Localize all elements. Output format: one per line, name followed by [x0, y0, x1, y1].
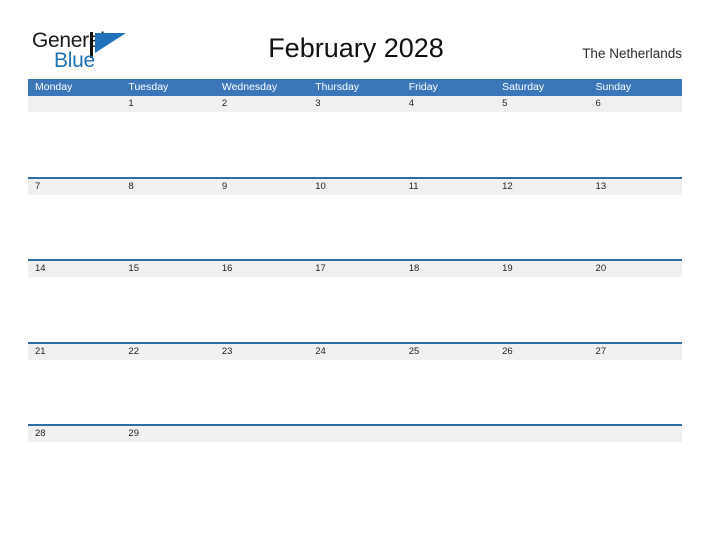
week-row: 14 15 16 17 18 19 20	[28, 259, 682, 342]
day-cell[interactable]: 3	[308, 96, 401, 112]
week-note-area[interactable]	[28, 194, 682, 260]
calendar-page: General Blue February 2028 The Netherlan…	[0, 0, 712, 550]
weekday-header-thursday: Thursday	[315, 81, 360, 93]
week-date-band: 7 8 9 10 11 12 13	[28, 178, 682, 195]
day-cell[interactable]: 17	[308, 261, 401, 277]
day-cell[interactable]: 12	[495, 179, 588, 195]
day-cell[interactable]: 4	[402, 96, 495, 112]
week-note-area[interactable]	[28, 277, 682, 342]
week-date-band: 1 2 3 4 5 6	[28, 96, 682, 112]
day-cell[interactable]: 14	[28, 261, 121, 277]
day-cell[interactable]: 28	[28, 426, 121, 442]
week-note-area[interactable]	[28, 359, 682, 425]
day-cell[interactable]: 25	[402, 344, 495, 360]
week-date-band: 28 29	[28, 426, 682, 443]
day-cell[interactable]	[215, 426, 308, 442]
day-cell[interactable]: 23	[215, 344, 308, 360]
weekday-header-friday: Friday	[408, 81, 438, 93]
day-cell[interactable]	[402, 426, 495, 442]
day-cell[interactable]: 24	[308, 344, 401, 360]
day-cell[interactable]: 2	[215, 96, 308, 112]
week-row: 28 29	[28, 424, 682, 507]
week-date-band: 21 22 23 24 25 26 27	[28, 343, 682, 360]
week-date-band: 14 15 16 17 18 19 20	[28, 261, 682, 278]
day-cell[interactable]: 29	[121, 426, 214, 442]
day-cell[interactable]	[308, 426, 401, 442]
day-cell[interactable]: 15	[121, 261, 214, 277]
day-cell[interactable]: 1	[121, 96, 214, 112]
day-cell[interactable]	[589, 426, 682, 442]
day-cell[interactable]: 5	[495, 96, 588, 112]
week-row: 1 2 3 4 5 6	[28, 96, 682, 177]
day-cell[interactable]: 6	[589, 96, 682, 112]
day-cell[interactable]: 19	[495, 261, 588, 277]
day-cell[interactable]: 8	[121, 179, 214, 195]
weekday-header-monday: Monday	[35, 81, 73, 93]
day-cell[interactable]: 18	[402, 261, 495, 277]
day-cell[interactable]: 22	[121, 344, 214, 360]
weekday-header-wednesday: Wednesday	[221, 81, 278, 93]
calendar-grid: Monday Tuesday Wednesday Thursday Friday…	[28, 79, 682, 507]
week-row: 7 8 9 10 11 12 13	[28, 176, 682, 260]
day-cell[interactable]: 21	[28, 344, 121, 360]
day-cell[interactable]: 27	[589, 344, 682, 360]
page-header: General Blue February 2028 The Netherlan…	[0, 0, 712, 79]
day-cell[interactable]	[28, 96, 121, 112]
day-cell[interactable]: 9	[215, 179, 308, 195]
day-cell[interactable]	[495, 426, 588, 442]
weekday-header-tuesday: Tuesday	[128, 81, 169, 93]
day-cell[interactable]: 16	[215, 261, 308, 277]
weekday-header-sunday: Sunday	[595, 81, 632, 93]
day-cell[interactable]: 20	[589, 261, 682, 277]
day-cell[interactable]: 13	[589, 179, 682, 195]
day-cell[interactable]: 7	[28, 179, 121, 195]
day-cell[interactable]: 11	[402, 179, 495, 195]
day-cell[interactable]: 26	[495, 344, 588, 360]
week-row: 21 22 23 24 25 26 27	[28, 341, 682, 425]
week-note-area[interactable]	[28, 112, 682, 177]
calendar-region-label: The Netherlands	[582, 46, 682, 61]
day-cell[interactable]: 10	[308, 179, 401, 195]
week-note-area[interactable]	[28, 442, 682, 507]
weekday-header-saturday: Saturday	[502, 81, 545, 93]
weekday-header-row: Monday Tuesday Wednesday Thursday Friday…	[28, 79, 682, 96]
